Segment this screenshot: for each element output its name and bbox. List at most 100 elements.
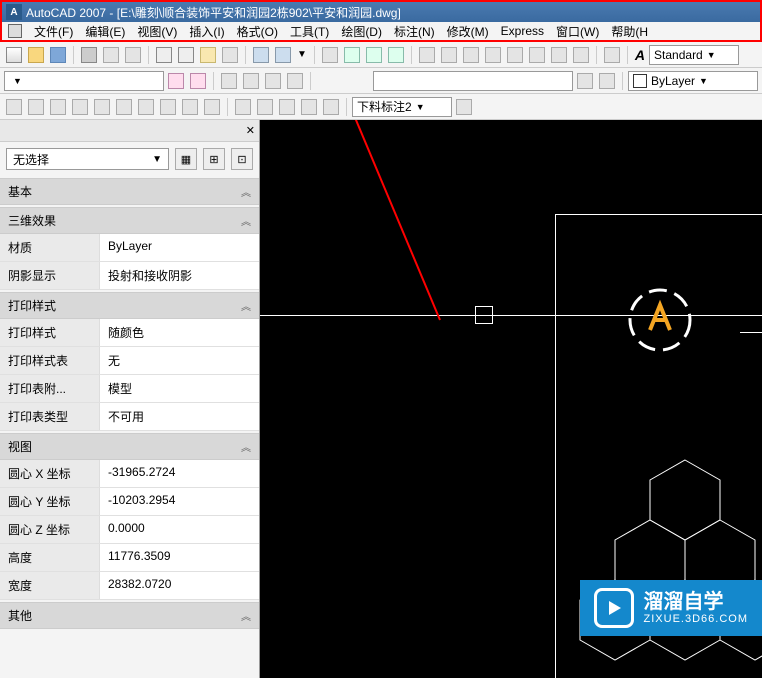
prop-value[interactable]: 随颜色 (100, 319, 259, 346)
dim-arc-button[interactable] (48, 97, 68, 117)
color-button[interactable] (575, 71, 595, 91)
tool-button[interactable] (439, 45, 459, 65)
color-swatch-icon (633, 74, 647, 88)
match-button[interactable] (220, 45, 240, 65)
select-objects-button[interactable]: ⊡ (231, 148, 253, 170)
menu-dimension[interactable]: 标注(N) (394, 23, 435, 40)
section-view[interactable]: 视图 ︽ (0, 433, 259, 460)
menu-tools[interactable]: 工具(T) (290, 23, 329, 40)
dim-edit-button[interactable] (299, 97, 319, 117)
dim-tedit-button[interactable] (321, 97, 341, 117)
menu-window[interactable]: 窗口(W) (556, 23, 599, 40)
color-combo[interactable] (373, 71, 573, 91)
copy-button[interactable] (176, 45, 196, 65)
mdi-control-icon[interactable] (8, 24, 22, 38)
layer-props-button[interactable] (188, 71, 208, 91)
dim-arc-icon (50, 99, 66, 115)
dim-center-button[interactable] (277, 97, 297, 117)
prop-value[interactable]: -10203.2954 (100, 488, 259, 515)
layer-icon (190, 73, 206, 89)
menu-format[interactable]: 格式(O) (237, 23, 278, 40)
dim-style-combo[interactable]: 下料标注2 ▼ (352, 97, 452, 117)
tool-button[interactable] (417, 45, 437, 65)
menu-view[interactable]: 视图(V) (137, 23, 177, 40)
undo-button[interactable] (251, 45, 271, 65)
dim-ord-button[interactable] (70, 97, 90, 117)
layer-combo[interactable]: ▼ (4, 71, 164, 91)
prop-value[interactable]: 无 (100, 347, 259, 374)
layer-tool-button[interactable] (263, 71, 283, 91)
menu-file[interactable]: 文件(F) (34, 23, 73, 40)
new-button[interactable] (4, 45, 24, 65)
tool-button[interactable] (527, 45, 547, 65)
section-3d-effects[interactable]: 三维效果 ︽ (0, 207, 259, 234)
separator (148, 46, 149, 64)
quick-select-button[interactable]: ▦ (175, 148, 197, 170)
prop-value[interactable]: 28382.0720 (100, 572, 259, 599)
prop-value[interactable]: ByLayer (100, 234, 259, 261)
section-plot-style[interactable]: 打印样式 ︽ (0, 292, 259, 319)
undo-dropdown[interactable]: ▼ (295, 49, 309, 60)
color-button[interactable] (597, 71, 617, 91)
prop-value[interactable]: 投射和接收阴影 (100, 262, 259, 289)
prop-value[interactable]: 不可用 (100, 403, 259, 430)
layer-tool-button[interactable] (241, 71, 261, 91)
plot-preview-button[interactable] (101, 45, 121, 65)
close-icon[interactable]: ✕ (246, 124, 255, 137)
linetype-combo[interactable]: ByLayer ▼ (628, 71, 758, 91)
dim-angular-button[interactable] (136, 97, 156, 117)
separator (227, 98, 228, 116)
tool-button[interactable] (483, 45, 503, 65)
pan-button[interactable] (320, 45, 340, 65)
layer-tool-button[interactable] (285, 71, 305, 91)
dim-update-button[interactable] (454, 97, 474, 117)
publish-button[interactable] (123, 45, 143, 65)
layer-tool-button[interactable] (219, 71, 239, 91)
separator (73, 46, 74, 64)
dim-linear-button[interactable] (4, 97, 24, 117)
prop-key: 圆心 X 坐标 (0, 460, 100, 487)
dim-continue-button[interactable] (202, 97, 222, 117)
dimension-toolbar: 下料标注2 ▼ (0, 94, 762, 120)
menu-insert[interactable]: 插入(I) (189, 23, 224, 40)
tool-button[interactable] (549, 45, 569, 65)
zoom-prev-button[interactable] (386, 45, 406, 65)
dim-diameter-button[interactable] (114, 97, 134, 117)
prop-value[interactable]: 11776.3509 (100, 544, 259, 571)
zoom-rt-button[interactable] (342, 45, 362, 65)
redo-button[interactable] (273, 45, 293, 65)
help-button[interactable] (602, 45, 622, 65)
tool-button[interactable] (571, 45, 591, 65)
section-basic[interactable]: 基本 ︽ (0, 178, 259, 205)
dim-baseline-button[interactable] (180, 97, 200, 117)
section-other[interactable]: 其他 ︽ (0, 602, 259, 629)
dim-quick-button[interactable] (158, 97, 178, 117)
pick-add-button[interactable]: ⊞ (203, 148, 225, 170)
chevron-down-icon: ▼ (13, 76, 22, 86)
dim-tolerance-button[interactable] (255, 97, 275, 117)
menu-edit[interactable]: 编辑(E) (85, 23, 125, 40)
dim-radius-button[interactable] (92, 97, 112, 117)
plot-button[interactable] (79, 45, 99, 65)
menu-modify[interactable]: 修改(M) (447, 23, 489, 40)
dim-leader-button[interactable] (233, 97, 253, 117)
cut-button[interactable] (154, 45, 174, 65)
menu-help[interactable]: 帮助(H (611, 23, 648, 40)
prop-value[interactable]: 0.0000 (100, 516, 259, 543)
tool-button[interactable] (505, 45, 525, 65)
text-style-combo[interactable]: Standard ▼ (649, 45, 739, 65)
prop-key: 材质 (0, 234, 100, 261)
prop-value[interactable]: 模型 (100, 375, 259, 402)
tool-button[interactable] (461, 45, 481, 65)
dim-aligned-button[interactable] (26, 97, 46, 117)
zoom-win-button[interactable] (364, 45, 384, 65)
menu-express[interactable]: Express (501, 24, 544, 38)
save-button[interactable] (48, 45, 68, 65)
open-button[interactable] (26, 45, 46, 65)
menu-draw[interactable]: 绘图(D) (341, 23, 382, 40)
layer-prev-button[interactable] (166, 71, 186, 91)
paste-button[interactable] (198, 45, 218, 65)
selection-combo[interactable]: 无选择 ▼ (6, 148, 169, 170)
prop-value[interactable]: -31965.2724 (100, 460, 259, 487)
drawing-canvas[interactable]: 溜溜自学 ZIXUE.3D66.COM (260, 120, 762, 678)
